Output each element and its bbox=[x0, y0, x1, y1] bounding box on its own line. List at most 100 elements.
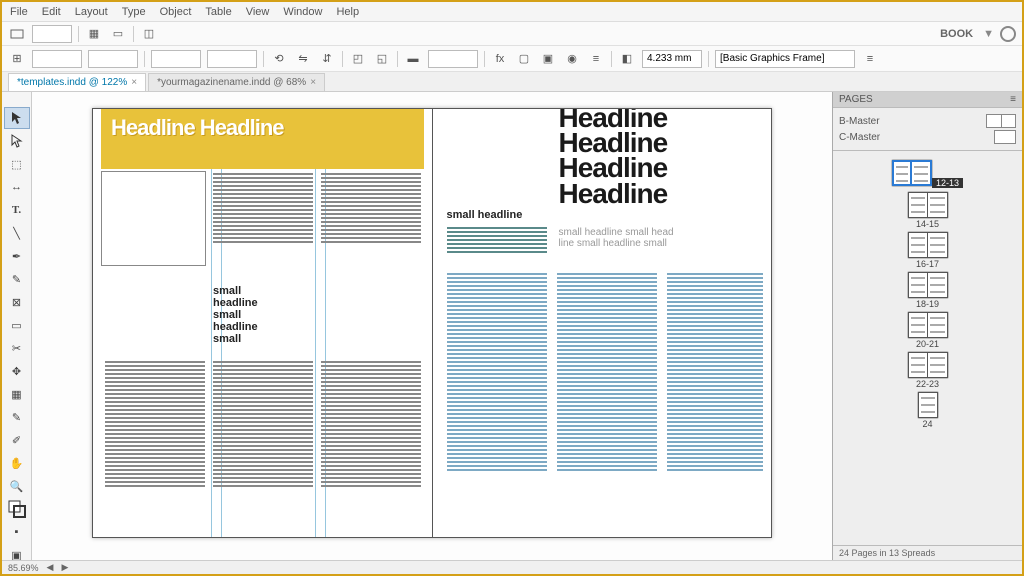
spread-thumb[interactable] bbox=[892, 160, 932, 186]
gap-tool[interactable]: ↔ bbox=[4, 176, 30, 198]
menu-help[interactable]: Help bbox=[336, 6, 359, 18]
app-bar: ▦ ▭ ◫ BOOK ▼ bbox=[2, 22, 1022, 46]
master-row[interactable]: C-Master bbox=[839, 130, 1016, 144]
spread-label: 18-19 bbox=[839, 299, 1016, 309]
menu-edit[interactable]: Edit bbox=[42, 6, 61, 18]
text-column[interactable] bbox=[447, 273, 547, 523]
spread-thumb[interactable] bbox=[908, 352, 948, 378]
spread-thumb[interactable] bbox=[918, 392, 938, 418]
sub-lorem[interactable]: small headline small head line small hea… bbox=[559, 227, 749, 249]
zoom-dropdown[interactable] bbox=[32, 25, 72, 43]
wrap-shape-icon[interactable]: ◉ bbox=[563, 50, 581, 68]
rectangle-tool[interactable]: ▭ bbox=[4, 314, 30, 336]
pages-panel: PAGES ≡ B-Master C-Master 12-1314-1516-1… bbox=[832, 92, 1022, 560]
page-nav-next-icon[interactable]: ▶ bbox=[61, 562, 68, 573]
arrange-icon[interactable]: ◫ bbox=[140, 25, 158, 43]
ref-point-icon[interactable]: ⊞ bbox=[8, 50, 26, 68]
bridge-icon[interactable] bbox=[8, 25, 26, 43]
screen-mode-icon[interactable]: ▭ bbox=[109, 25, 127, 43]
flip-h-icon[interactable]: ⇋ bbox=[294, 50, 312, 68]
text-column[interactable] bbox=[447, 227, 547, 265]
select-container-icon[interactable]: ◰ bbox=[349, 50, 367, 68]
fx-icon[interactable]: fx bbox=[491, 50, 509, 68]
scissors-tool[interactable]: ✂ bbox=[4, 337, 30, 359]
pages-list[interactable]: 12-1314-1516-1718-1920-2122-2324 bbox=[833, 151, 1022, 545]
fill-stroke-swatch[interactable] bbox=[4, 498, 30, 520]
text-column[interactable] bbox=[667, 273, 763, 523]
type-tool[interactable]: T. bbox=[4, 199, 30, 221]
status-bar: 85.69% ◀ ▶ bbox=[2, 560, 1022, 574]
doc-tab-inactive[interactable]: *yourmagazinename.indd @ 68% × bbox=[148, 73, 325, 91]
tab-label: *yourmagazinename.indd @ 68% bbox=[157, 77, 306, 88]
x-field[interactable] bbox=[32, 50, 82, 68]
free-transform-tool[interactable]: ✥ bbox=[4, 360, 30, 382]
close-icon[interactable]: × bbox=[310, 77, 316, 88]
menu-file[interactable]: File bbox=[10, 6, 28, 18]
menu-view[interactable]: View bbox=[246, 6, 270, 18]
spread-thumb[interactable] bbox=[908, 312, 948, 338]
menu-object[interactable]: Object bbox=[160, 6, 192, 18]
apply-color-icon[interactable]: ▪ bbox=[4, 521, 30, 543]
corner-size[interactable]: 4.233 mm bbox=[642, 50, 702, 68]
panel-menu-icon[interactable]: ≡ bbox=[861, 50, 879, 68]
note-tool[interactable]: ✎ bbox=[4, 406, 30, 428]
headline-stack[interactable]: Headline Headline Headline Headline bbox=[559, 108, 668, 206]
object-style-dropdown[interactable]: [Basic Graphics Frame] bbox=[715, 50, 855, 68]
text-column[interactable] bbox=[105, 361, 205, 521]
select-content-icon[interactable]: ◱ bbox=[373, 50, 391, 68]
rectangle-frame-tool[interactable]: ⊠ bbox=[4, 291, 30, 313]
wrap-none-icon[interactable]: ▢ bbox=[515, 50, 533, 68]
workspace-label[interactable]: BOOK bbox=[940, 28, 973, 40]
close-icon[interactable]: × bbox=[131, 77, 137, 88]
menu-layout[interactable]: Layout bbox=[75, 6, 108, 18]
view-options-icon[interactable]: ▦ bbox=[85, 25, 103, 43]
corner-options-icon[interactable]: ◧ bbox=[618, 50, 636, 68]
y-field[interactable] bbox=[88, 50, 138, 68]
page-nav-prev-icon[interactable]: ◀ bbox=[47, 562, 54, 573]
text-column[interactable] bbox=[557, 273, 657, 523]
zoom-level[interactable]: 85.69% bbox=[8, 563, 39, 573]
panel-header[interactable]: PAGES ≡ bbox=[833, 92, 1022, 108]
gradient-tool[interactable]: ▦ bbox=[4, 383, 30, 405]
text-column[interactable] bbox=[213, 361, 313, 521]
search-icon[interactable] bbox=[1000, 26, 1016, 42]
line-tool[interactable]: ╲ bbox=[4, 222, 30, 244]
small-headline[interactable]: small headline bbox=[447, 209, 523, 221]
pen-tool[interactable]: ✒ bbox=[4, 245, 30, 267]
hand-tool[interactable]: ✋ bbox=[4, 452, 30, 474]
right-page[interactable]: Headline Headline Headline Headline smal… bbox=[433, 108, 773, 538]
wrap-jump-icon[interactable]: ≡ bbox=[587, 50, 605, 68]
spread-label: 24 bbox=[839, 419, 1016, 429]
eyedropper-tool[interactable]: ✐ bbox=[4, 429, 30, 451]
selection-tool[interactable] bbox=[4, 107, 30, 129]
left-page[interactable]: Headline Headline small headline small h… bbox=[92, 108, 433, 538]
spread-thumb[interactable] bbox=[908, 192, 948, 218]
canvas[interactable]: Headline Headline small headline small h… bbox=[32, 92, 832, 560]
menu-type[interactable]: Type bbox=[122, 6, 146, 18]
small-headline-block[interactable]: small headline small headline small bbox=[213, 285, 258, 345]
stroke-weight[interactable] bbox=[428, 50, 478, 68]
hero-banner[interactable]: Headline Headline bbox=[101, 109, 424, 169]
direct-selection-tool[interactable] bbox=[4, 130, 30, 152]
w-field[interactable] bbox=[151, 50, 201, 68]
menu-window[interactable]: Window bbox=[283, 6, 322, 18]
document-tabs: *templates.indd @ 122% × *yourmagazinena… bbox=[2, 72, 1022, 92]
text-column[interactable] bbox=[321, 173, 421, 243]
master-row[interactable]: B-Master bbox=[839, 114, 1016, 128]
pencil-tool[interactable]: ✎ bbox=[4, 268, 30, 290]
menu-table[interactable]: Table bbox=[205, 6, 231, 18]
spread-thumb[interactable] bbox=[908, 232, 948, 258]
spread-thumb[interactable] bbox=[908, 272, 948, 298]
doc-tab-active[interactable]: *templates.indd @ 122% × bbox=[8, 73, 146, 91]
text-column[interactable] bbox=[213, 173, 313, 243]
page-tool[interactable]: ⬚ bbox=[4, 153, 30, 175]
image-frame[interactable] bbox=[101, 171, 206, 266]
stroke-icon[interactable]: ▬ bbox=[404, 50, 422, 68]
text-column[interactable] bbox=[321, 361, 421, 521]
rotate-icon[interactable]: ⟲ bbox=[270, 50, 288, 68]
zoom-tool[interactable]: 🔍 bbox=[4, 475, 30, 497]
wrap-bbox-icon[interactable]: ▣ bbox=[539, 50, 557, 68]
flip-v-icon[interactable]: ⇵ bbox=[318, 50, 336, 68]
panel-menu-icon[interactable]: ≡ bbox=[1010, 94, 1016, 105]
h-field[interactable] bbox=[207, 50, 257, 68]
